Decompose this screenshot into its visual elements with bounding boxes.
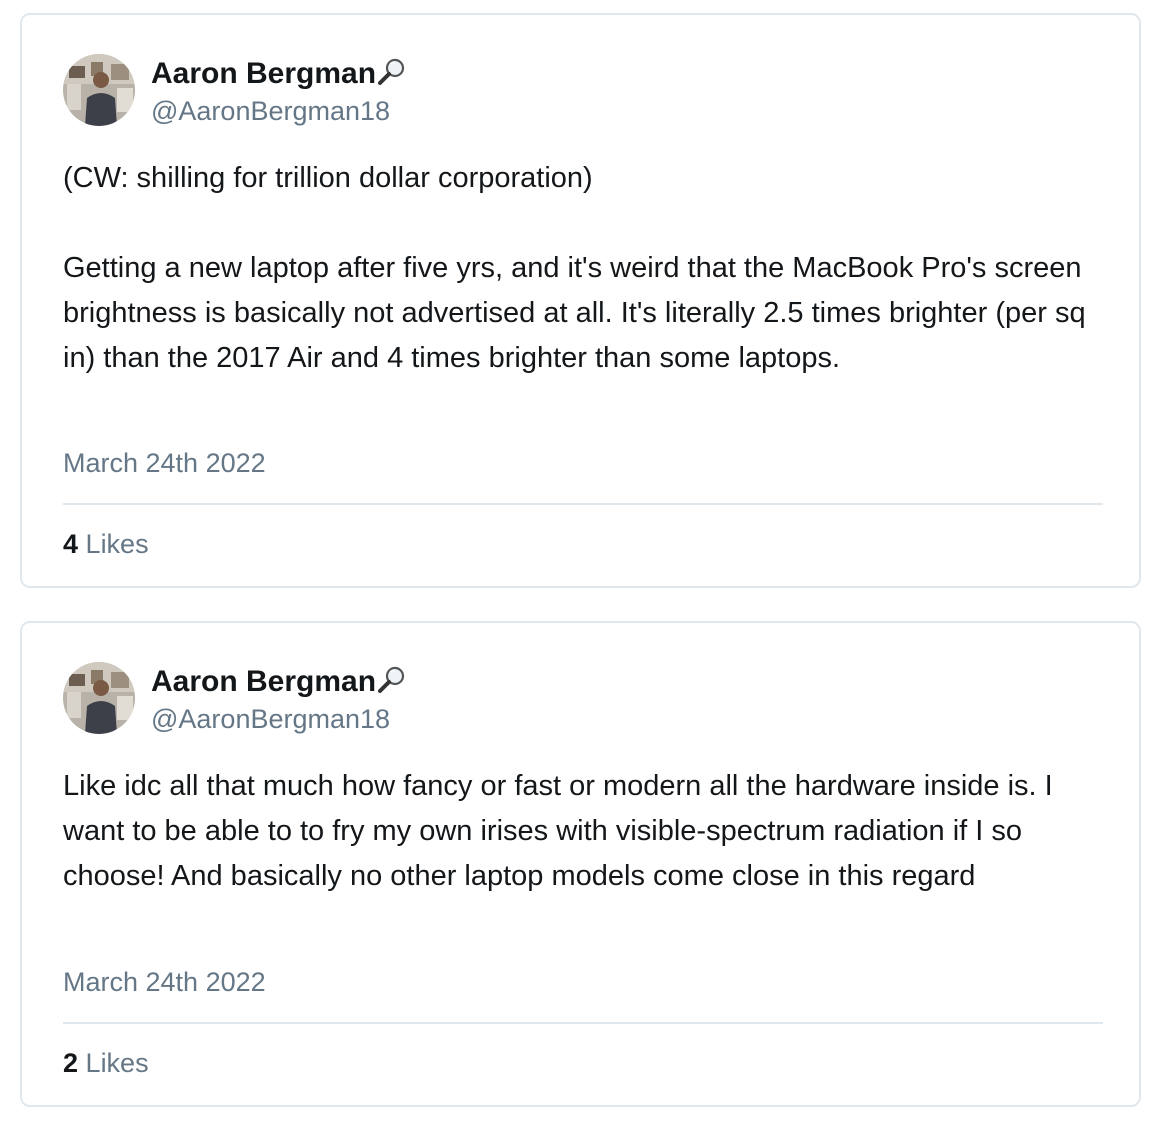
- avatar-photo: [63, 54, 135, 126]
- author-names: Aaron Bergman @AaronBergman18: [151, 664, 410, 735]
- divider: [63, 1022, 1103, 1024]
- tweet-paragraph: Like idc all that much how fancy or fast…: [63, 770, 1053, 892]
- author-display-name[interactable]: Aaron Bergman: [151, 56, 376, 92]
- tweet-date[interactable]: March 24th 2022: [63, 447, 266, 479]
- author-handle[interactable]: @AaronBergman18: [151, 95, 410, 127]
- likes-count[interactable]: 2 Likes: [63, 1047, 149, 1079]
- avatar[interactable]: [63, 54, 135, 126]
- avatar-photo: [63, 662, 135, 734]
- avatar[interactable]: [63, 662, 135, 734]
- magnifying-glass-icon: [376, 666, 410, 701]
- likes-number: 4: [63, 529, 79, 559]
- tweet-card: Aaron Bergman @AaronBergman18 (CW: shill…: [20, 13, 1141, 588]
- likes-count[interactable]: 4 Likes: [63, 528, 149, 560]
- likes-label: Likes: [85, 1048, 149, 1078]
- tweet-card: Aaron Bergman @AaronBergman18 Like idc a…: [20, 621, 1141, 1107]
- tweet-text: Like idc all that much how fancy or fast…: [63, 764, 1113, 899]
- magnifying-glass-icon: [376, 58, 410, 93]
- author-names: Aaron Bergman @AaronBergman18: [151, 56, 410, 127]
- likes-number: 2: [63, 1048, 79, 1078]
- tweet-paragraph: (CW: shilling for trillion dollar corpor…: [63, 162, 593, 194]
- author-display-name[interactable]: Aaron Bergman: [151, 664, 376, 700]
- divider: [63, 503, 1103, 505]
- author-handle[interactable]: @AaronBergman18: [151, 703, 410, 735]
- tweet-paragraph: Getting a new laptop after five yrs, and…: [63, 252, 1086, 374]
- tweet-text: (CW: shilling for trillion dollar corpor…: [63, 156, 1113, 381]
- tweet-date[interactable]: March 24th 2022: [63, 966, 266, 998]
- likes-label: Likes: [85, 529, 149, 559]
